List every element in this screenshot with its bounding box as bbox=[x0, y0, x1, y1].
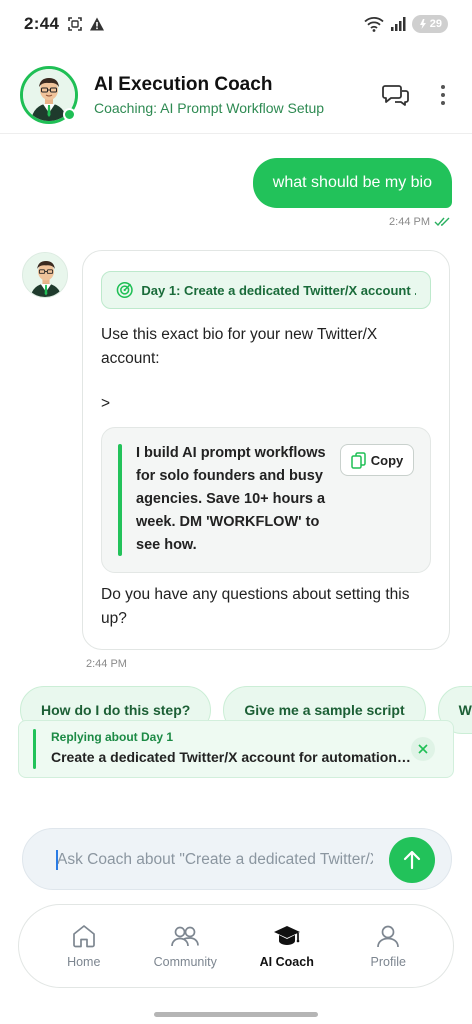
bot-outro-text: Do you have any questions about setting … bbox=[101, 586, 410, 627]
more-options-icon[interactable] bbox=[440, 84, 446, 106]
nav-label-community: Community bbox=[153, 955, 217, 969]
home-icon bbox=[72, 925, 95, 948]
signal-icon bbox=[390, 17, 406, 31]
header-text: AI Execution Coach Coaching: AI Prompt W… bbox=[94, 74, 324, 116]
copy-button-label: Copy bbox=[370, 452, 404, 468]
send-button[interactable] bbox=[389, 837, 435, 883]
copy-icon bbox=[351, 451, 366, 469]
bot-message-card: Day 1: Create a dedicated Twitter/X acco… bbox=[82, 250, 450, 650]
double-check-icon bbox=[434, 217, 450, 227]
arrow-up-icon bbox=[403, 850, 421, 870]
bot-avatar bbox=[22, 252, 68, 298]
user-message-bubble[interactable]: what should be my bio bbox=[252, 158, 452, 208]
user-message-time: 2:44 PM bbox=[389, 216, 430, 228]
message-composer bbox=[22, 828, 452, 891]
bot-quote-marker: > bbox=[101, 395, 111, 412]
home-indicator[interactable] bbox=[154, 1012, 318, 1017]
bio-quote-block: I build AI prompt workflows for solo fou… bbox=[101, 427, 431, 573]
battery-level: 29 bbox=[429, 18, 442, 30]
online-status-dot bbox=[63, 107, 76, 121]
chat-history-icon[interactable] bbox=[382, 82, 410, 108]
status-time: 2:44 bbox=[24, 14, 60, 33]
status-bar: 2:44 29 bbox=[0, 0, 472, 48]
nav-label-ai-coach: AI Coach bbox=[259, 955, 314, 969]
task-reference-pill[interactable]: Day 1: Create a dedicated Twitter/X acco… bbox=[101, 271, 431, 309]
bot-intro-text: Use this exact bio for your new Twitter/… bbox=[101, 326, 378, 367]
reply-context-text: Create a dedicated Twitter/X account for… bbox=[51, 749, 411, 765]
coach-avatar-icon bbox=[23, 253, 67, 297]
page-subtitle: Coaching: AI Prompt Workflow Setup bbox=[94, 99, 325, 116]
close-icon bbox=[418, 744, 428, 754]
copy-button[interactable]: Copy bbox=[340, 444, 414, 476]
community-icon bbox=[171, 926, 200, 947]
status-notification-icons bbox=[67, 16, 105, 32]
warning-icon bbox=[90, 17, 105, 31]
battery-indicator: 29 bbox=[411, 15, 448, 33]
bottom-navigation: Home Community AI Coach Profile bbox=[18, 904, 454, 988]
wifi-icon bbox=[364, 17, 384, 32]
header-actions bbox=[382, 82, 452, 108]
quote-accent-bar bbox=[118, 444, 122, 556]
graduation-cap-icon bbox=[273, 926, 300, 945]
nav-label-profile: Profile bbox=[370, 955, 406, 969]
user-message-text: what should be my bio bbox=[272, 174, 432, 191]
target-icon bbox=[116, 281, 133, 299]
nav-item-ai-coach[interactable]: AI Coach bbox=[242, 923, 332, 969]
nav-label-home: Home bbox=[67, 955, 101, 969]
coach-avatar[interactable] bbox=[20, 65, 78, 124]
task-reference-label: Day 1: Create a dedicated Twitter/X acco… bbox=[141, 282, 416, 298]
battery-icon bbox=[419, 19, 426, 29]
reply-close-button[interactable] bbox=[411, 737, 435, 761]
reply-accent-bar bbox=[33, 729, 36, 769]
bio-text: I build AI prompt workflows for solo fou… bbox=[136, 445, 326, 553]
message-input[interactable] bbox=[23, 829, 373, 891]
profile-icon bbox=[377, 925, 400, 948]
page-title: AI Execution Coach bbox=[94, 73, 273, 95]
bot-message-time: 2:44 PM bbox=[86, 658, 127, 670]
nav-item-profile[interactable]: Profile bbox=[343, 923, 433, 969]
reply-context-banner: Replying about Day 1 Create a dedicated … bbox=[18, 720, 454, 778]
text-cursor bbox=[56, 850, 58, 870]
nav-item-home[interactable]: Home bbox=[39, 923, 129, 969]
user-message-meta: 2:44 PM bbox=[389, 216, 452, 228]
status-system-icons: 29 bbox=[364, 15, 448, 33]
chat-header: AI Execution Coach Coaching: AI Prompt W… bbox=[0, 56, 472, 134]
nav-item-community[interactable]: Community bbox=[140, 923, 230, 969]
reply-context-label: Replying about Day 1 bbox=[51, 730, 174, 744]
app-screen: 2:44 29 AI Execution Coach Coaching: AI … bbox=[0, 0, 472, 1024]
screenshot-icon bbox=[68, 17, 83, 31]
